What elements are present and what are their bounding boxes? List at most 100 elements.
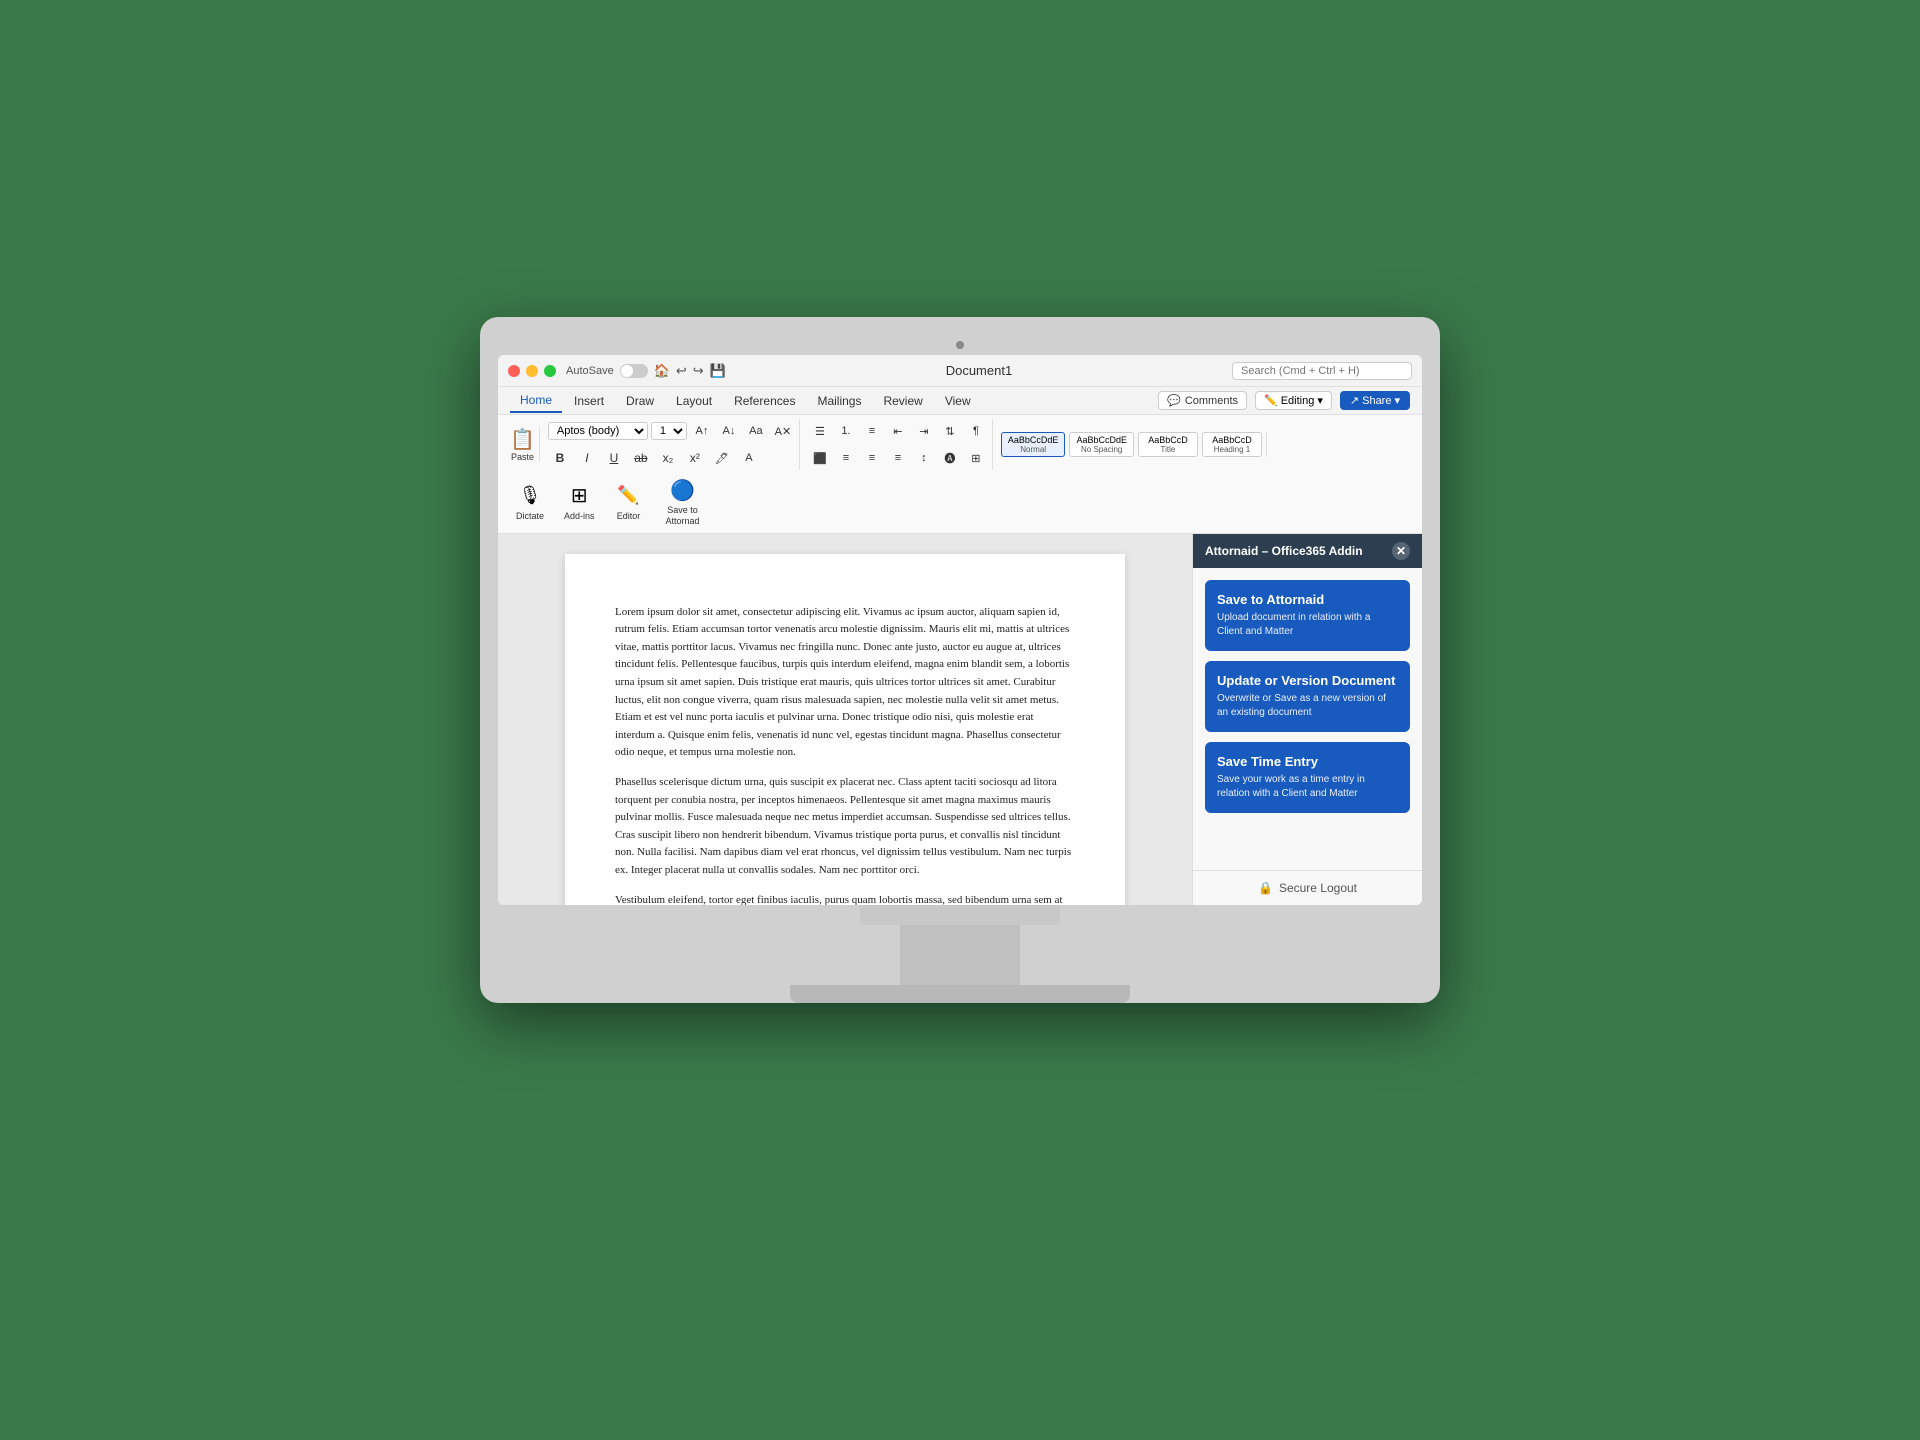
editing-label: Editing — [1281, 395, 1315, 407]
font-shrink-icon[interactable]: A↓ — [717, 419, 741, 443]
bullets-button[interactable]: ☰ — [808, 419, 832, 443]
share-button[interactable]: ↗ Share ▾ — [1340, 391, 1410, 410]
save-attoriad-label: Save to Attornad — [663, 505, 703, 527]
highlight-color-button[interactable]: 🖊 — [710, 446, 734, 470]
sidebar-panel: Attornaid – Office365 Addin ✕ Save to At… — [1192, 534, 1422, 905]
font-color-button[interactable]: A — [737, 446, 761, 470]
editing-button[interactable]: ✏️ Editing ▾ — [1255, 391, 1332, 410]
strikethrough-button[interactable]: ab — [629, 446, 653, 470]
comments-button[interactable]: 💬 Comments — [1158, 391, 1247, 410]
paste-button[interactable]: 📋 Paste — [510, 427, 535, 462]
shading-button[interactable]: 🅐 — [938, 446, 962, 470]
panel-content: Save to Attornaid Upload document in rel… — [1193, 568, 1422, 870]
page-area: Lorem ipsum dolor sit amet, consectetur … — [498, 534, 1192, 905]
camera-dot — [956, 341, 964, 349]
monitor-stand-base — [790, 985, 1130, 1003]
update-version-card[interactable]: Update or Version Document Overwrite or … — [1205, 661, 1410, 732]
clear-format-icon[interactable]: A✕ — [771, 419, 795, 443]
line-spacing-button[interactable]: ↕ — [912, 446, 936, 470]
autosave-label: AutoSave — [566, 365, 614, 377]
tab-review[interactable]: Review — [873, 390, 932, 412]
bold-button[interactable]: B — [548, 446, 572, 470]
sort-button[interactable]: ⇅ — [938, 419, 962, 443]
numbering-button[interactable]: 1. — [834, 419, 858, 443]
autosave-toggle[interactable] — [620, 364, 648, 378]
multilevel-button[interactable]: ≡ — [860, 419, 884, 443]
save-time-entry-card[interactable]: Save Time Entry Save your work as a time… — [1205, 742, 1410, 813]
paste-icon: 📋 — [510, 427, 535, 452]
save-card-desc: Upload document in relation with a Clien… — [1217, 611, 1398, 639]
style-no-spacing[interactable]: AaBbCcDdE No Spacing — [1069, 432, 1134, 457]
redo-icon[interactable]: ↪ — [693, 363, 704, 379]
close-button[interactable] — [508, 365, 520, 377]
monitor-stand-neck — [900, 925, 1020, 985]
document-page[interactable]: Lorem ipsum dolor sit amet, consectetur … — [565, 554, 1125, 905]
paste-group: 📋 Paste — [506, 427, 540, 462]
microphone-icon: 🎙 — [516, 482, 544, 510]
addins-icon: ⊞ — [565, 482, 593, 510]
subscript-button[interactable]: x₂ — [656, 446, 680, 470]
home-icon: 🏠 — [654, 363, 670, 379]
update-card-title: Update or Version Document — [1217, 673, 1398, 688]
monitor-stand-top — [860, 905, 1060, 925]
tab-home[interactable]: Home — [510, 389, 562, 413]
paragraph-2: Phasellus scelerisque dictum urna, quis … — [615, 774, 1075, 880]
increase-indent-button[interactable]: ⇥ — [912, 419, 936, 443]
underline-button[interactable]: U — [602, 446, 626, 470]
editor-icon: ✏️ — [615, 482, 643, 510]
save-icon[interactable]: 💾 — [710, 363, 726, 379]
style-h1-preview: AaBbCcD — [1209, 435, 1255, 445]
editor-button[interactable]: ✏️ Editor — [609, 480, 649, 523]
superscript-button[interactable]: x² — [683, 446, 707, 470]
style-h1-label: Heading 1 — [1209, 445, 1255, 454]
show-marks-button[interactable]: ¶ — [964, 419, 988, 443]
style-nospacing-label: No Spacing — [1076, 445, 1127, 454]
document-title: Document1 — [726, 363, 1232, 378]
font-size-selector[interactable]: 12 — [651, 422, 687, 440]
italic-button[interactable]: I — [575, 446, 599, 470]
panel-title: Attornaid – Office365 Addin — [1205, 544, 1363, 558]
paragraph-group: ☰ 1. ≡ ⇤ ⇥ ⇅ ¶ ⬛ ≡ ≡ ≡ — [804, 419, 993, 470]
tab-layout[interactable]: Layout — [666, 390, 722, 412]
change-case-icon[interactable]: Aa — [744, 419, 768, 443]
maximize-button[interactable] — [544, 365, 556, 377]
toggle-knob — [621, 365, 633, 377]
ribbon-icons-group: 🎙 Dictate ⊞ Add-ins ✏️ Editor 🔵 — [506, 474, 713, 529]
search-input[interactable] — [1232, 362, 1412, 380]
style-nospacing-preview: AaBbCcDdE — [1076, 435, 1127, 445]
save-card-title: Save to Attornaid — [1217, 592, 1398, 607]
font-group: Aptos (body) 12 A↑ A↓ Aa A✕ B — [544, 419, 800, 470]
comments-icon: 💬 — [1167, 394, 1181, 407]
decrease-indent-button[interactable]: ⇤ — [886, 419, 910, 443]
borders-button[interactable]: ⊞ — [964, 446, 988, 470]
pencil-icon: ✏️ — [1264, 394, 1278, 407]
word-app: AutoSave 🏠 ↩ ↪ 💾 Document1 Home Insert D… — [498, 355, 1422, 905]
dictate-button[interactable]: 🎙 Dictate — [510, 480, 550, 523]
tab-references[interactable]: References — [724, 390, 805, 412]
lock-icon: 🔒 — [1258, 881, 1273, 895]
font-name-selector[interactable]: Aptos (body) — [548, 422, 648, 440]
align-center-button[interactable]: ≡ — [834, 446, 858, 470]
autosave-group: AutoSave 🏠 ↩ ↪ 💾 — [566, 363, 726, 379]
tab-insert[interactable]: Insert — [564, 390, 614, 412]
tab-draw[interactable]: Draw — [616, 390, 664, 412]
save-to-attoriad-button[interactable]: 🔵 Save to Attornad — [657, 474, 709, 529]
align-right-button[interactable]: ≡ — [860, 446, 884, 470]
style-heading1[interactable]: AaBbCcD Heading 1 — [1202, 432, 1262, 457]
tab-mailings[interactable]: Mailings — [807, 390, 871, 412]
align-left-button[interactable]: ⬛ — [808, 446, 832, 470]
font-grow-icon[interactable]: A↑ — [690, 419, 714, 443]
attoriad-icon: 🔵 — [669, 476, 697, 504]
addins-button[interactable]: ⊞ Add-ins — [558, 480, 601, 523]
panel-close-button[interactable]: ✕ — [1392, 542, 1410, 560]
share-chevron-icon: ▾ — [1394, 394, 1400, 407]
tab-view[interactable]: View — [935, 390, 981, 412]
justify-button[interactable]: ≡ — [886, 446, 910, 470]
style-title[interactable]: AaBbCcD Title — [1138, 432, 1198, 457]
save-to-attornaid-card[interactable]: Save to Attornaid Upload document in rel… — [1205, 580, 1410, 651]
undo-icon[interactable]: ↩ — [676, 363, 687, 379]
minimize-button[interactable] — [526, 365, 538, 377]
style-samples: AaBbCcDdE Normal AaBbCcDdE No Spacing Aa… — [1001, 432, 1262, 457]
secure-logout-button[interactable]: 🔒 Secure Logout — [1193, 870, 1422, 905]
style-normal[interactable]: AaBbCcDdE Normal — [1001, 432, 1066, 457]
